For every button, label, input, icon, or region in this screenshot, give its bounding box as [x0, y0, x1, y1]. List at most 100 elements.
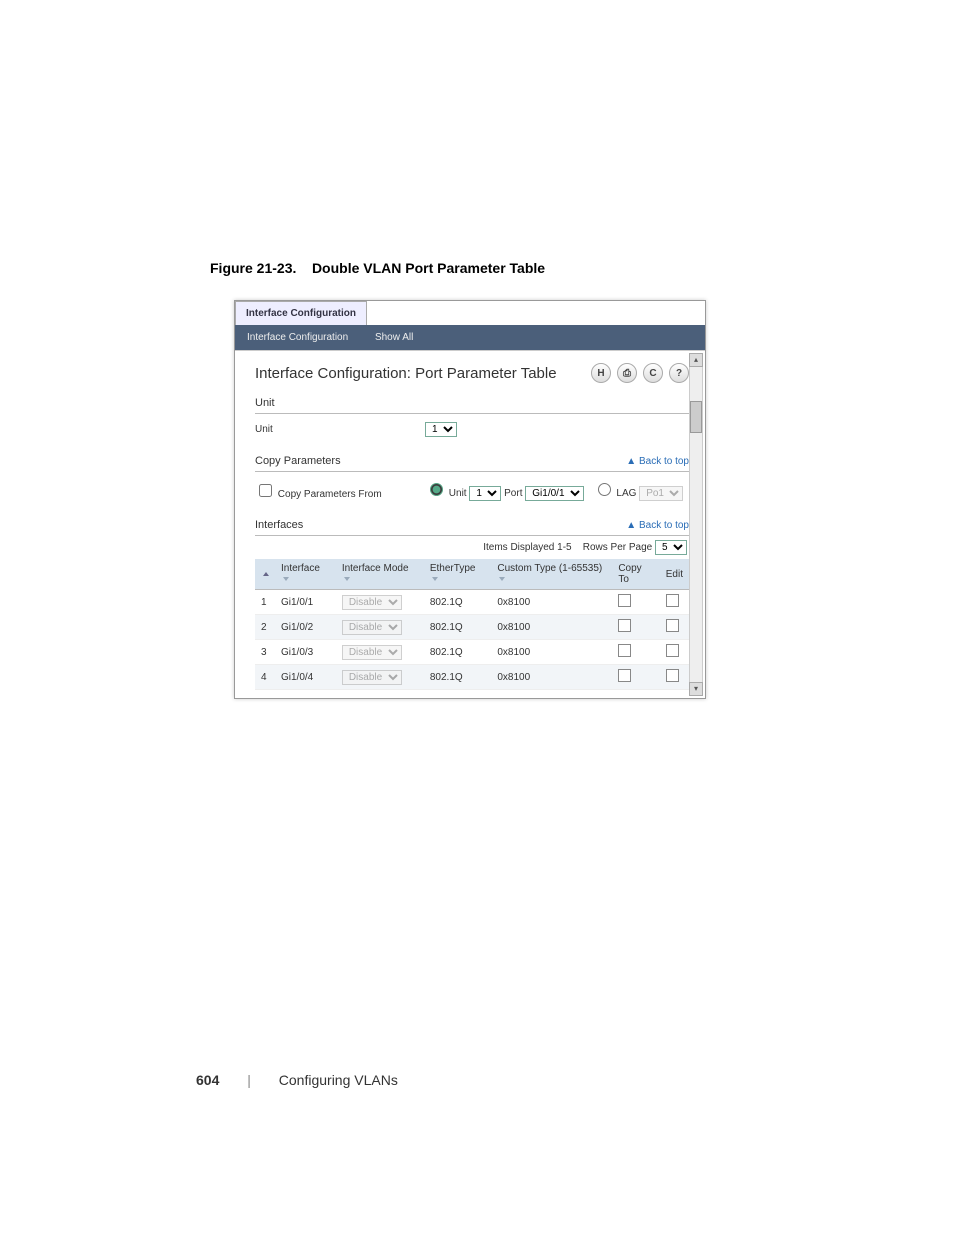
- cell-edit: [660, 615, 689, 640]
- cell-ethertype: 802.1Q: [424, 615, 491, 640]
- print-icon[interactable]: ⎙: [617, 363, 637, 383]
- back-to-top-link-2[interactable]: ▲ Back to top: [626, 520, 689, 531]
- scroll-thumb[interactable]: [690, 401, 702, 433]
- cell-interface: Gi1/0/2: [275, 615, 336, 640]
- rows-per-page-select[interactable]: 5: [655, 540, 687, 555]
- col-copyto[interactable]: Copy To: [612, 559, 659, 590]
- copyto-checkbox[interactable]: [618, 644, 631, 657]
- figure-number: Figure 21-23.: [210, 260, 296, 276]
- footer-separator: |: [247, 1072, 251, 1088]
- copyto-checkbox[interactable]: [618, 594, 631, 607]
- sub-tab-bar: Interface Configuration Show All: [235, 325, 705, 350]
- table-row: 2 Gi1/0/2 Disable 802.1Q 0x8100: [255, 615, 689, 640]
- page-title: Interface Configuration: Port Parameter …: [255, 365, 557, 382]
- top-tab-bar: Interface Configuration: [235, 301, 705, 325]
- mode-select: Disable: [342, 620, 402, 635]
- section-unit-header: Unit: [255, 393, 689, 414]
- cell-custom: 0x8100: [491, 590, 612, 615]
- lag-label: LAG: [616, 488, 636, 499]
- cell-mode: Disable: [336, 590, 424, 615]
- cell-copyto: [612, 615, 659, 640]
- sort-icon: [499, 577, 505, 581]
- cell-custom: 0x8100: [491, 615, 612, 640]
- section-interfaces-header: Interfaces ▲ Back to top: [255, 515, 689, 536]
- copy-from-checkbox[interactable]: [259, 484, 272, 497]
- cell-num: 1: [255, 590, 275, 615]
- unit-select[interactable]: 1: [425, 422, 457, 437]
- col-number[interactable]: [255, 559, 275, 590]
- cell-mode: Disable: [336, 640, 424, 665]
- unit-row: Unit 1: [255, 414, 689, 445]
- scroll-up-button[interactable]: ▴: [689, 353, 703, 367]
- port-label: Port: [504, 488, 522, 499]
- cell-edit: [660, 640, 689, 665]
- cell-num: 2: [255, 615, 275, 640]
- chapter-title: Configuring VLANs: [279, 1072, 398, 1088]
- lag-radio[interactable]: [598, 483, 611, 496]
- mode-select: Disable: [342, 670, 402, 685]
- cell-ethertype: 802.1Q: [424, 665, 491, 690]
- help-icon[interactable]: ?: [669, 363, 689, 383]
- page-title-row: Interface Configuration: Port Parameter …: [255, 363, 689, 383]
- copyto-checkbox[interactable]: [618, 669, 631, 682]
- edit-checkbox[interactable]: [666, 619, 679, 632]
- copy-lag-select: Po1: [639, 486, 683, 501]
- save-icon[interactable]: H: [591, 363, 611, 383]
- mode-select: Disable: [342, 595, 402, 610]
- interfaces-label: Interfaces: [255, 519, 303, 531]
- cell-edit: [660, 590, 689, 615]
- back-to-top-link[interactable]: ▲ Back to top: [626, 456, 689, 467]
- col-interface[interactable]: Interface: [275, 559, 336, 590]
- mode-select: Disable: [342, 645, 402, 660]
- copyto-checkbox[interactable]: [618, 619, 631, 632]
- tab-interface-configuration[interactable]: Interface Configuration: [235, 301, 367, 325]
- cell-copyto: [612, 665, 659, 690]
- col-mode[interactable]: Interface Mode: [336, 559, 424, 590]
- edit-checkbox[interactable]: [666, 594, 679, 607]
- cell-interface: Gi1/0/3: [275, 640, 336, 665]
- table-header-row: Interface Interface Mode EtherType Custo…: [255, 559, 689, 590]
- rows-per-page-label: Rows Per Page: [583, 542, 652, 553]
- refresh-icon[interactable]: C: [643, 363, 663, 383]
- subtab-show-all[interactable]: Show All: [363, 329, 425, 346]
- figure-caption: Figure 21-23. Double VLAN Port Parameter…: [210, 260, 545, 276]
- copy-port-select[interactable]: Gi1/0/1: [525, 486, 584, 501]
- sort-asc-icon: [263, 572, 269, 576]
- col-custom[interactable]: Custom Type (1-65535): [491, 559, 612, 590]
- scroll-down-button[interactable]: ▾: [689, 682, 703, 696]
- items-displayed-row: Items Displayed 1-5 Rows Per Page 5: [255, 536, 689, 559]
- cell-copyto: [612, 640, 659, 665]
- sort-icon: [283, 577, 289, 581]
- subtab-interface-configuration[interactable]: Interface Configuration: [235, 329, 360, 346]
- cell-interface: Gi1/0/4: [275, 665, 336, 690]
- cell-custom: 0x8100: [491, 665, 612, 690]
- cell-num: 3: [255, 640, 275, 665]
- copy-from-row: Copy Parameters From Unit 1 Port Gi1/0/1…: [255, 472, 689, 509]
- table-row: 4 Gi1/0/4 Disable 802.1Q 0x8100: [255, 665, 689, 690]
- content-panel: ▴ ▾ Interface Configuration: Port Parame…: [235, 350, 705, 698]
- cell-mode: Disable: [336, 665, 424, 690]
- table-row: 1 Gi1/0/1 Disable 802.1Q 0x8100: [255, 590, 689, 615]
- sort-icon: [344, 577, 350, 581]
- copy-from-controls: Unit 1 Port Gi1/0/1 LAG Po1: [425, 480, 683, 501]
- page-toolbar: H ⎙ C ?: [591, 363, 689, 383]
- edit-checkbox[interactable]: [666, 644, 679, 657]
- page-footer: 604 | Configuring VLANs: [196, 1072, 398, 1088]
- cell-ethertype: 802.1Q: [424, 590, 491, 615]
- copy-unit-select[interactable]: 1: [469, 486, 501, 501]
- unit-radio[interactable]: [430, 483, 443, 496]
- cell-interface: Gi1/0/1: [275, 590, 336, 615]
- col-ethertype[interactable]: EtherType: [424, 559, 491, 590]
- copy-from-label: Copy Parameters From: [278, 489, 382, 500]
- col-edit[interactable]: Edit: [660, 559, 689, 590]
- unit-label: Unit: [255, 424, 425, 435]
- cell-custom: 0x8100: [491, 640, 612, 665]
- copy-parameters-label: Copy Parameters: [255, 455, 341, 467]
- sort-icon: [432, 577, 438, 581]
- table-row: 3 Gi1/0/3 Disable 802.1Q 0x8100: [255, 640, 689, 665]
- cell-num: 4: [255, 665, 275, 690]
- page-number: 604: [196, 1072, 219, 1088]
- cell-ethertype: 802.1Q: [424, 640, 491, 665]
- items-displayed-label: Items Displayed 1-5: [483, 542, 571, 553]
- edit-checkbox[interactable]: [666, 669, 679, 682]
